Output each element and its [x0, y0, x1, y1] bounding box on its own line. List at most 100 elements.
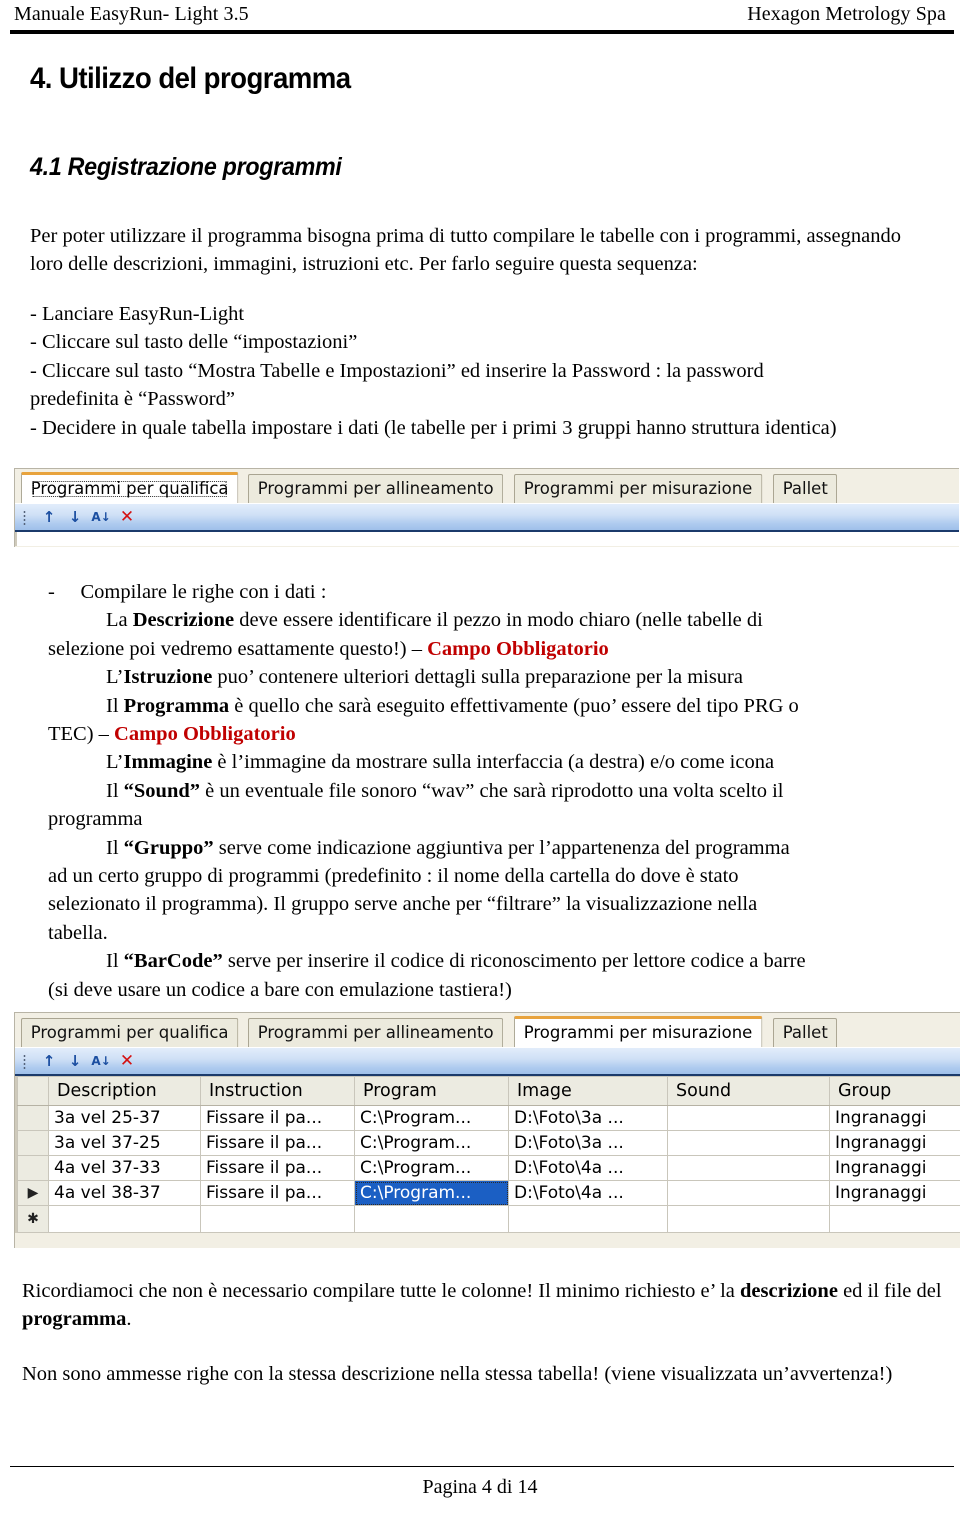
cell-description[interactable] [48, 1205, 201, 1233]
tab-programmi-per-allineamento[interactable]: Programmi per allineamento [247, 1018, 504, 1047]
tab-pallet[interactable]: Pallet [772, 1018, 838, 1047]
cell-sound[interactable] [667, 1180, 830, 1206]
cell-instruction[interactable]: Fissare il pa... [200, 1155, 355, 1181]
cell-sound[interactable] [667, 1130, 830, 1156]
cell-instruction[interactable]: Fissare il pa... [200, 1180, 355, 1206]
field-item: tabella. [48, 919, 948, 947]
cell-instruction[interactable]: Fissare il pa... [200, 1105, 355, 1131]
field-lead: Il [106, 779, 124, 802]
cell-program[interactable]: C:\Program... [354, 1155, 509, 1181]
field-bullet-line: - Compilare le righe con i dati : [48, 578, 948, 606]
row-indicator[interactable] [17, 1155, 49, 1181]
column-header-image[interactable]: Image [508, 1076, 668, 1106]
field-item: (si deve usare un codice a bare con emul… [48, 976, 948, 1004]
field-rest: è l’immagine da mostrare sulla interfacc… [212, 751, 775, 774]
bullet-marker: - [48, 581, 55, 603]
tab-strip: Programmi per qualifica Programmi per al… [15, 469, 959, 503]
cell-group[interactable]: Ingranaggi [829, 1155, 960, 1181]
field-description-block: - Compilare le righe con i dati : La Des… [48, 578, 948, 1004]
field-rest: TEC) – [48, 723, 115, 746]
delete-row-icon[interactable]: ✕ [114, 1052, 140, 1069]
column-header-instruction[interactable]: Instruction [200, 1076, 355, 1106]
cell-sound[interactable] [667, 1105, 830, 1131]
field-rest: serve come indicazione aggiuntiva per l’… [213, 836, 790, 859]
cell-description[interactable]: 4a vel 38-37 [48, 1180, 201, 1206]
field-item: L’Istruzione puo’ contenere ulteriori de… [48, 663, 948, 691]
note-text: . [126, 1308, 132, 1331]
cell-instruction[interactable] [200, 1205, 355, 1233]
cell-image[interactable]: D:\Foto\3a ... [508, 1130, 668, 1156]
field-rest: selezionato il programma). Il gruppo ser… [48, 893, 758, 916]
row-indicator[interactable] [17, 1130, 49, 1156]
column-header-group[interactable]: Group [829, 1076, 960, 1106]
move-up-arrow-icon[interactable]: ↑ [36, 509, 62, 525]
tab-label: Programmi per misurazione [523, 1023, 753, 1043]
cell-group[interactable]: Ingranaggi [829, 1105, 960, 1131]
cell-group[interactable]: Ingranaggi [829, 1130, 960, 1156]
sort-az-icon[interactable]: A↓ [88, 510, 114, 525]
move-down-arrow-icon[interactable]: ↓ [62, 509, 88, 525]
cell-sound[interactable] [667, 1205, 830, 1233]
cell-instruction[interactable]: Fissare il pa... [200, 1130, 355, 1156]
column-header-sound[interactable]: Sound [667, 1076, 830, 1106]
field-rest: selezione poi vedremo esattamente questo… [48, 637, 428, 660]
table-row-new[interactable]: ✱ [17, 1205, 960, 1233]
page-number-label: Pagina 4 di 14 [422, 1476, 538, 1498]
column-header-description[interactable]: Description [48, 1076, 201, 1106]
cell-program[interactable] [354, 1205, 509, 1233]
column-header-program[interactable]: Program [354, 1076, 509, 1106]
cell-description[interactable]: 3a vel 37-25 [48, 1130, 201, 1156]
tab-programmi-per-misurazione[interactable]: Programmi per misurazione [514, 1016, 763, 1047]
table-row[interactable]: ▶ 4a vel 38-37 Fissare il pa... C:\Progr… [17, 1180, 960, 1206]
new-row-asterisk-icon[interactable]: ✱ [17, 1205, 49, 1233]
tab-programmi-per-allineamento[interactable]: Programmi per allineamento [247, 474, 504, 503]
note-emphasis: descrizione [740, 1280, 838, 1302]
step-item: predefinita è “Password” [30, 388, 235, 411]
field-term: Istruzione [123, 666, 213, 689]
field-item: Il “BarCode” serve per inserire il codic… [48, 947, 948, 975]
field-lead: Il [106, 950, 124, 973]
table-row[interactable]: 3a vel 37-25 Fissare il pa... C:\Program… [17, 1130, 960, 1156]
grid-empty-area [15, 532, 959, 546]
cell-image[interactable]: D:\Foto\4a ... [508, 1155, 668, 1181]
move-up-arrow-icon[interactable]: ↑ [36, 1053, 62, 1069]
cell-program-selected[interactable]: C:\Program... [354, 1180, 509, 1206]
table-row[interactable]: 4a vel 37-33 Fissare il pa... C:\Program… [17, 1155, 960, 1181]
intro-paragraph: Per poter utilizzare il programma bisogn… [30, 222, 932, 279]
move-down-arrow-icon[interactable]: ↓ [62, 1053, 88, 1069]
field-item: Il “Gruppo” serve come indicazione aggiu… [48, 834, 948, 862]
tab-label: Programmi per allineamento [257, 1023, 494, 1043]
grip-handle-icon[interactable] [23, 1053, 27, 1069]
page-running-footer: Pagina 4 di 14 [0, 1458, 960, 1514]
cell-image[interactable] [508, 1205, 668, 1233]
field-term: Programma [123, 694, 230, 717]
sort-az-icon[interactable]: A↓ [88, 1054, 114, 1069]
field-rest: programma [48, 808, 143, 831]
tab-programmi-per-qualifica[interactable]: Programmi per qualifica [21, 472, 239, 503]
cell-description[interactable]: 3a vel 25-37 [48, 1105, 201, 1131]
cell-description[interactable]: 4a vel 37-33 [48, 1155, 201, 1181]
delete-row-icon[interactable]: ✕ [114, 508, 140, 525]
cell-group[interactable]: Ingranaggi [829, 1180, 960, 1206]
grip-handle-icon[interactable] [23, 509, 27, 525]
field-item: programma [48, 805, 948, 833]
cell-image[interactable]: D:\Foto\4a ... [508, 1180, 668, 1206]
header-divider-rule [10, 30, 954, 34]
tab-programmi-per-misurazione[interactable]: Programmi per misurazione [514, 474, 763, 503]
cell-program[interactable]: C:\Program... [354, 1130, 509, 1156]
field-rest: (si deve usare un codice a bare con emul… [48, 978, 512, 1001]
cell-group[interactable] [829, 1205, 960, 1233]
tab-label: Programmi per qualifica [30, 1023, 229, 1043]
field-item: selezionato il programma). Il gruppo ser… [48, 890, 948, 918]
field-rest: ad un certo gruppo di programmi (predefi… [48, 865, 739, 888]
field-term: “Gruppo” [123, 836, 214, 859]
cell-image[interactable]: D:\Foto\3a ... [508, 1105, 668, 1131]
screenshot-tab-strip: Programmi per qualifica Programmi per al… [14, 468, 959, 547]
table-row[interactable]: 3a vel 25-37 Fissare il pa... C:\Program… [17, 1105, 960, 1131]
cell-program[interactable]: C:\Program... [354, 1105, 509, 1131]
tab-pallet[interactable]: Pallet [772, 474, 838, 503]
row-indicator-current[interactable]: ▶ [17, 1180, 49, 1206]
row-indicator[interactable] [17, 1105, 49, 1131]
tab-programmi-per-qualifica[interactable]: Programmi per qualifica [21, 1018, 239, 1047]
cell-sound[interactable] [667, 1155, 830, 1181]
